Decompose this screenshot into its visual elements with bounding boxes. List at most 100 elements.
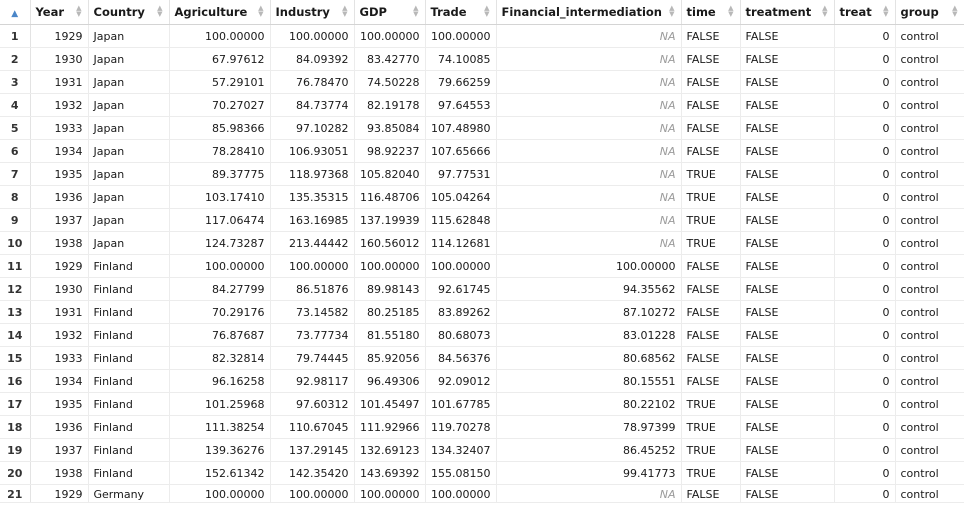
table-cell: 1929 (30, 484, 89, 503)
table-row: 16 1934 Finland 96.16258 92.98117 96.49306 92.… (0, 369, 964, 393)
table-cell: 0 (834, 277, 896, 301)
table-cell: 67.97612 (169, 47, 271, 71)
table-cell: 0 (834, 438, 896, 462)
column-header-treatment[interactable]: treatment ▲ ▼ (740, 0, 835, 25)
column-header-group[interactable]: group ▲ ▼ (895, 0, 964, 25)
table-cell: Finland (88, 277, 170, 301)
row-number: 14 (0, 323, 31, 347)
table-cell: 83.89262 (425, 300, 497, 324)
column-header-financial-intermediation[interactable]: Financial_intermediation ▲ ▼ (496, 0, 682, 25)
sort-arrows-icon[interactable]: ▲ ▼ (484, 5, 489, 18)
table-cell: 100.00000 (169, 24, 271, 48)
sort-arrows-icon[interactable]: ▲ ▼ (76, 5, 81, 18)
column-header-country[interactable]: Country ▲ ▼ (88, 0, 170, 25)
column-header-label: treat (839, 5, 872, 19)
column-header-trade[interactable]: Trade ▲ ▼ (425, 0, 497, 25)
table-cell: FALSE (740, 346, 835, 370)
table-cell: control (895, 346, 964, 370)
table-cell: 1934 (30, 139, 89, 163)
row-number: 13 (0, 300, 31, 324)
table-cell: 70.27027 (169, 93, 271, 117)
table-cell: FALSE (740, 392, 835, 416)
column-header-time[interactable]: time ▲ ▼ (681, 0, 741, 25)
table-row: 19 1937 Finland 139.36276 137.29145 132.69123… (0, 438, 964, 462)
table-cell: 0 (834, 369, 896, 393)
sort-arrows-icon[interactable]: ▲ ▼ (157, 5, 162, 18)
table-cell: 142.35420 (270, 461, 355, 485)
table-cell: 92.09012 (425, 369, 497, 393)
table-row: 3 1931 Japan 57.29101 76.78470 74.50228 79.662… (0, 70, 964, 94)
table-cell: control (895, 254, 964, 278)
row-number: 11 (0, 254, 31, 278)
table-cell: FALSE (740, 24, 835, 48)
table-cell: 1930 (30, 277, 89, 301)
table-cell: 1936 (30, 415, 89, 439)
table-cell: 82.19178 (354, 93, 426, 117)
table-cell: 1930 (30, 47, 89, 71)
row-number: 4 (0, 93, 31, 117)
column-header-label: time (686, 5, 716, 19)
table-cell: TRUE (681, 415, 741, 439)
row-number: 15 (0, 346, 31, 370)
table-cell: 99.41773 (496, 461, 682, 485)
table-cell: 100.00000 (354, 24, 426, 48)
table-cell: Finland (88, 300, 170, 324)
table-cell: 86.51876 (270, 277, 355, 301)
table-cell: 0 (834, 346, 896, 370)
table-cell: TRUE (681, 208, 741, 232)
table-cell: 78.28410 (169, 139, 271, 163)
row-number-header[interactable]: ▲ (0, 0, 31, 25)
table-cell: 111.92966 (354, 415, 426, 439)
table-cell: 1931 (30, 300, 89, 324)
table-cell: 1931 (30, 70, 89, 94)
sort-arrows-icon[interactable]: ▲ ▼ (883, 5, 888, 18)
sort-arrows-icon[interactable]: ▲ ▼ (669, 5, 674, 18)
column-header-treat[interactable]: treat ▲ ▼ (834, 0, 896, 25)
column-header-gdp[interactable]: GDP ▲ ▼ (354, 0, 426, 25)
table-row: 18 1936 Finland 111.38254 110.67045 111.92966… (0, 415, 964, 439)
sort-arrows-icon[interactable]: ▲ ▼ (952, 5, 957, 18)
table-row: 10 1938 Japan 124.73287 213.44442 160.56012 11… (0, 231, 964, 255)
table-cell: 1937 (30, 438, 89, 462)
table-cell: FALSE (681, 139, 741, 163)
table-cell: 93.85084 (354, 116, 426, 140)
table-cell: 1929 (30, 24, 89, 48)
table-cell: 84.09392 (270, 47, 355, 71)
column-header-industry[interactable]: Industry ▲ ▼ (270, 0, 355, 25)
table-cell: 143.69392 (354, 461, 426, 485)
table-cell: 80.22102 (496, 392, 682, 416)
table-cell: 100.00000 (169, 254, 271, 278)
table-row: 1 1929 Japan 100.00000 100.00000 100.00000 100… (0, 24, 964, 48)
sort-arrows-icon[interactable]: ▲ ▼ (258, 5, 263, 18)
table-cell: 0 (834, 208, 896, 232)
table-cell: FALSE (681, 24, 741, 48)
table-cell: Japan (88, 185, 170, 209)
table-cell: Germany (88, 484, 170, 503)
row-number: 21 (0, 484, 31, 503)
table-cell: control (895, 323, 964, 347)
sort-arrows-icon[interactable]: ▲ ▼ (342, 5, 347, 18)
table-cell: NA (496, 139, 682, 163)
row-number: 16 (0, 369, 31, 393)
table-cell: Finland (88, 461, 170, 485)
table-cell: 1929 (30, 254, 89, 278)
column-header-year[interactable]: Year ▲ ▼ (30, 0, 89, 25)
table-cell: FALSE (681, 484, 741, 503)
table-cell: 83.01228 (496, 323, 682, 347)
sort-arrows-icon[interactable]: ▲ ▼ (413, 5, 418, 18)
column-header-agriculture[interactable]: Agriculture ▲ ▼ (169, 0, 271, 25)
table-cell: 100.00000 (270, 24, 355, 48)
table-cell: TRUE (681, 461, 741, 485)
table-row: 12 1930 Finland 84.27799 86.51876 89.98143 92.… (0, 277, 964, 301)
table-cell: 163.16985 (270, 208, 355, 232)
table-cell: Finland (88, 415, 170, 439)
table-cell: 132.69123 (354, 438, 426, 462)
sort-arrows-icon[interactable]: ▲ ▼ (822, 5, 827, 18)
sort-arrows-icon[interactable]: ▲ ▼ (728, 5, 733, 18)
table-cell: 74.50228 (354, 70, 426, 94)
table-cell: 100.00000 (354, 254, 426, 278)
table-row: 2 1930 Japan 67.97612 84.09392 83.42770 74.100… (0, 47, 964, 71)
table-cell: 155.08150 (425, 461, 497, 485)
table-cell: 110.67045 (270, 415, 355, 439)
table-cell: FALSE (681, 323, 741, 347)
